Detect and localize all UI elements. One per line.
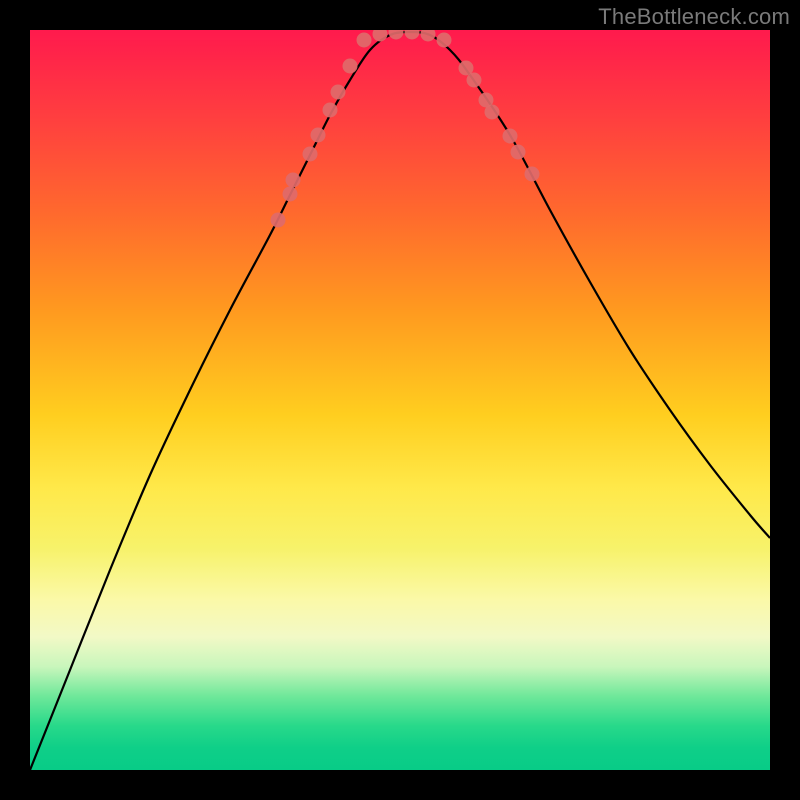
data-point — [357, 33, 372, 48]
watermark-text: TheBottleneck.com — [598, 4, 790, 30]
data-point — [373, 30, 388, 42]
data-point — [525, 167, 540, 182]
data-point — [421, 30, 436, 42]
data-point — [485, 105, 500, 120]
data-point — [323, 103, 338, 118]
data-point — [503, 129, 518, 144]
plot-area — [30, 30, 770, 770]
data-point — [437, 33, 452, 48]
outer-frame: TheBottleneck.com — [0, 0, 800, 800]
data-point — [303, 147, 318, 162]
data-point — [511, 145, 526, 160]
data-point — [389, 30, 404, 40]
data-point — [311, 128, 326, 143]
data-point — [331, 85, 346, 100]
data-point — [405, 30, 420, 40]
chart-svg — [30, 30, 770, 770]
bottleneck-curve — [30, 32, 770, 770]
data-point — [467, 73, 482, 88]
data-point — [343, 59, 358, 74]
data-point — [271, 213, 286, 228]
data-point — [286, 173, 301, 188]
data-point — [283, 187, 298, 202]
data-markers — [271, 30, 540, 228]
